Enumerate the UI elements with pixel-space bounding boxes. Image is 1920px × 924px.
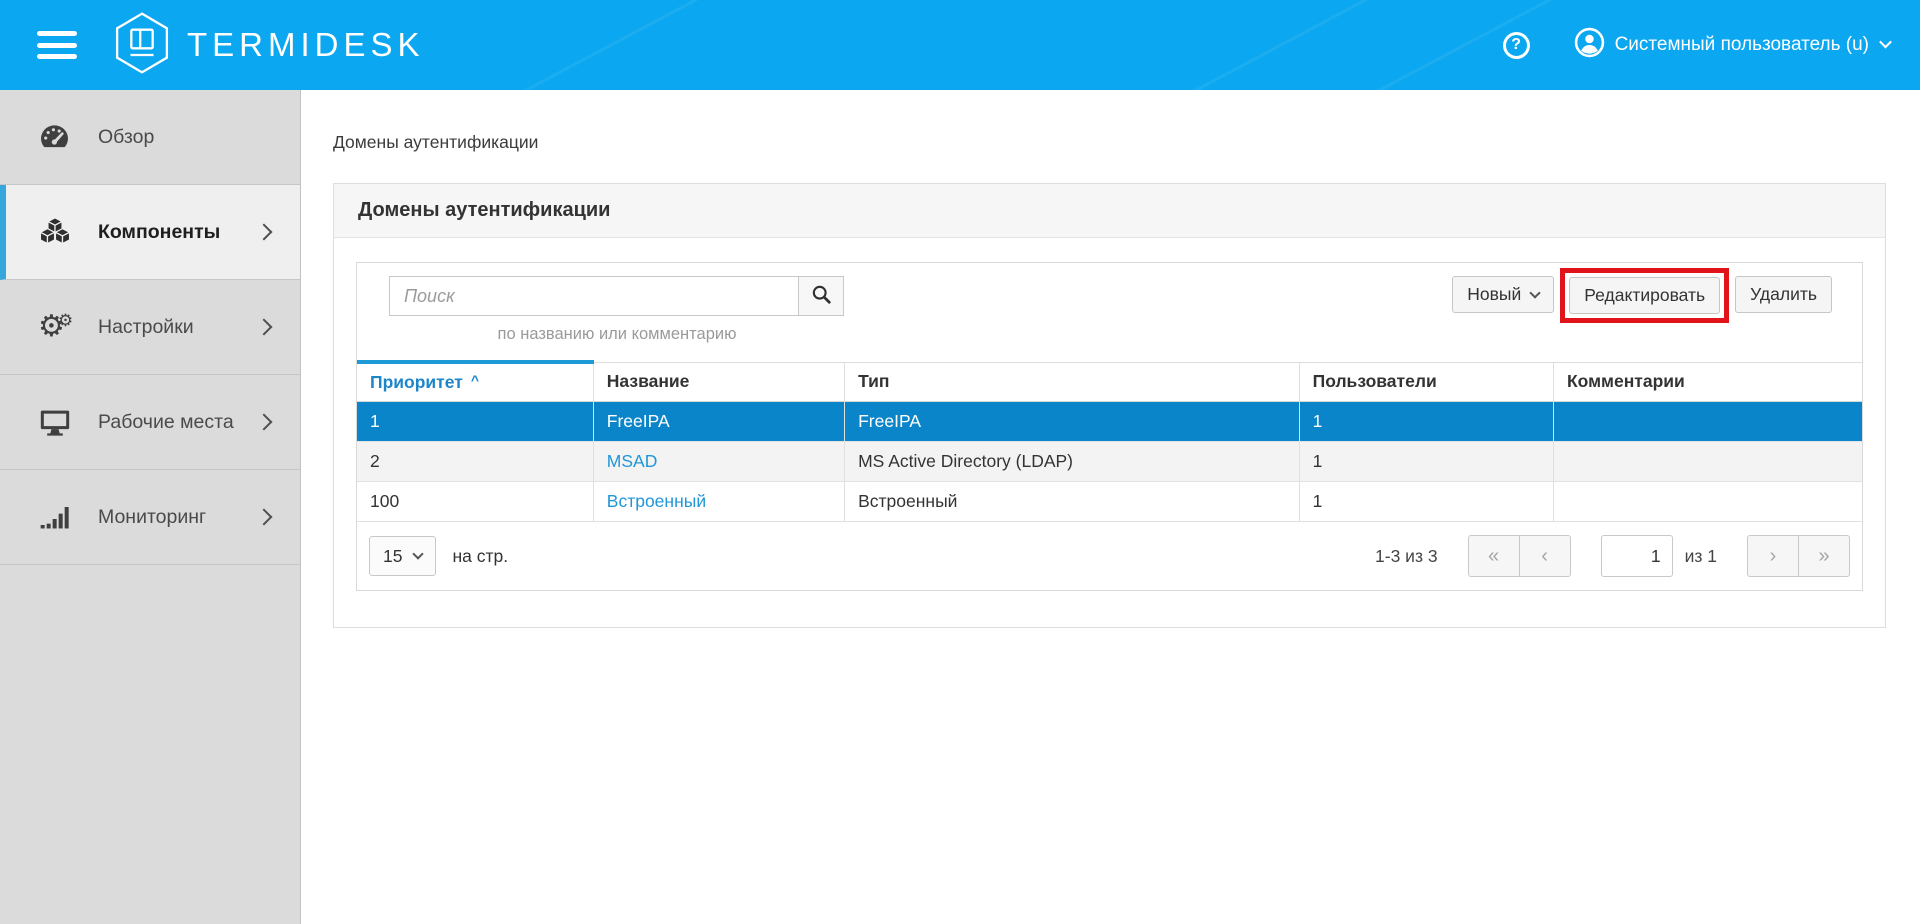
user-name: Системный пользователь (u): [1615, 34, 1869, 56]
name-cell: MSAD: [593, 442, 844, 482]
search-input[interactable]: [389, 276, 799, 316]
search-icon: [811, 284, 832, 308]
table-row-builtin[interactable]: 100 Встроенный Встроенный 1: [357, 482, 1862, 522]
pagination-range: 1-3 из 3: [1375, 546, 1438, 567]
page-count-label: из 1: [1685, 546, 1717, 567]
domain-name-link[interactable]: MSAD: [607, 451, 658, 471]
column-header-comments[interactable]: Комментарии: [1553, 362, 1862, 402]
toolbar: по названию или комментарию Новый Редакт…: [357, 263, 1862, 360]
sidebar-item-label: Компоненты: [98, 221, 258, 244]
domain-name-link[interactable]: Встроенный: [607, 491, 706, 511]
pagination-bar: 15 на стр. 1-3 из 3 « ‹: [357, 522, 1862, 590]
card-title: Домены аутентификации: [358, 199, 610, 221]
users-cell: 1: [1299, 442, 1553, 482]
sidebar-item-label: Настройки: [98, 316, 258, 339]
type-cell: Встроенный: [845, 482, 1300, 522]
edit-button-highlight-annotation: Редактировать: [1560, 268, 1729, 323]
sidebar-item-settings[interactable]: ⚙⚙ Настройки: [0, 280, 300, 375]
card-header: Домены аутентификации: [334, 184, 1885, 238]
sidebar-item-label: Мониторинг: [98, 506, 258, 529]
domains-table: Приоритет^ Название Тип Пользователи Ком…: [357, 360, 1862, 522]
signal-bars-icon: [38, 501, 84, 533]
sidebar-item-label: Рабочие места: [98, 411, 258, 434]
next-page-button[interactable]: ›: [1747, 535, 1799, 577]
sidebar-item-components[interactable]: Компоненты: [0, 185, 300, 280]
chevron-right-icon: ›: [1770, 545, 1777, 568]
chevron-right-icon: [256, 224, 273, 241]
auth-domains-card: Домены аутентификации: [333, 183, 1886, 628]
header-decoration: [359, 0, 802, 90]
double-chevron-right-icon: »: [1818, 545, 1829, 568]
page-number-input[interactable]: [1601, 535, 1673, 577]
type-cell: FreeIPA: [845, 402, 1300, 442]
priority-cell: 2: [357, 442, 593, 482]
hamburger-menu-button[interactable]: [37, 31, 77, 59]
sidebar-item-monitoring[interactable]: Мониторинг: [0, 470, 300, 565]
desktop-icon: [38, 405, 84, 439]
table-header-row: Приоритет^ Название Тип Пользователи Ком…: [357, 362, 1862, 402]
chevron-left-icon: ‹: [1541, 545, 1548, 568]
user-menu[interactable]: Системный пользователь (u): [1574, 27, 1890, 63]
column-header-priority[interactable]: Приоритет^: [357, 362, 593, 402]
dashboard-icon: [38, 121, 84, 154]
double-chevron-left-icon: «: [1488, 545, 1499, 568]
logo-wordmark: TERMIDESK: [187, 26, 425, 64]
sidebar-item-workplaces[interactable]: Рабочие места: [0, 375, 300, 470]
search-button[interactable]: [798, 276, 844, 316]
termidesk-logo-icon: [113, 11, 171, 80]
chevron-down-icon: [1879, 35, 1892, 48]
chevron-right-icon: [256, 414, 273, 431]
prev-page-button[interactable]: ‹: [1519, 535, 1571, 577]
user-avatar-icon: [1574, 27, 1605, 63]
gears-icon: ⚙⚙: [38, 312, 84, 342]
chevron-right-icon: [256, 509, 273, 526]
chevron-right-icon: [256, 319, 273, 336]
search-hint: по названию или комментарию: [389, 325, 845, 344]
main-content: Домены аутентификации Домены аутентифика…: [301, 90, 1920, 924]
column-header-name[interactable]: Название: [593, 362, 844, 402]
chevron-down-icon: [413, 548, 424, 559]
table-row-msad[interactable]: 2 MSAD MS Active Directory (LDAP) 1: [357, 442, 1862, 482]
per-page-label: на стр.: [452, 546, 508, 567]
column-header-type[interactable]: Тип: [845, 362, 1300, 402]
new-button[interactable]: Новый: [1452, 276, 1554, 313]
sort-asc-icon: ^: [471, 372, 479, 388]
priority-cell: 1: [357, 402, 593, 442]
topbar: TERMIDESK ? Системный пользователь (u): [0, 0, 1920, 90]
edit-button[interactable]: Редактировать: [1569, 277, 1720, 314]
last-page-button[interactable]: »: [1798, 535, 1850, 577]
sidebar-item-label: Обзор: [98, 126, 300, 149]
cubes-icon: [38, 215, 84, 249]
per-page-select[interactable]: 15: [369, 536, 436, 576]
type-cell: MS Active Directory (LDAP): [845, 442, 1300, 482]
first-page-button[interactable]: «: [1468, 535, 1520, 577]
comments-cell: [1553, 442, 1862, 482]
delete-button[interactable]: Удалить: [1735, 276, 1832, 313]
sidebar-item-overview[interactable]: Обзор: [0, 90, 300, 185]
domains-panel: по названию или комментарию Новый Редакт…: [356, 262, 1863, 591]
name-cell: FreeIPA: [593, 402, 844, 442]
comments-cell: [1553, 482, 1862, 522]
breadcrumb: Домены аутентификации: [333, 132, 1920, 153]
help-icon[interactable]: ?: [1503, 32, 1530, 59]
logo: TERMIDESK: [113, 11, 425, 80]
sidebar: Обзор Компон: [0, 90, 301, 924]
chevron-down-icon: [1530, 287, 1541, 298]
users-cell: 1: [1299, 482, 1553, 522]
name-cell: Встроенный: [593, 482, 844, 522]
users-cell: 1: [1299, 402, 1553, 442]
comments-cell: [1553, 402, 1862, 442]
priority-cell: 100: [357, 482, 593, 522]
column-header-users[interactable]: Пользователи: [1299, 362, 1553, 402]
table-row-freeipa[interactable]: 1 FreeIPA FreeIPA 1: [357, 402, 1862, 442]
